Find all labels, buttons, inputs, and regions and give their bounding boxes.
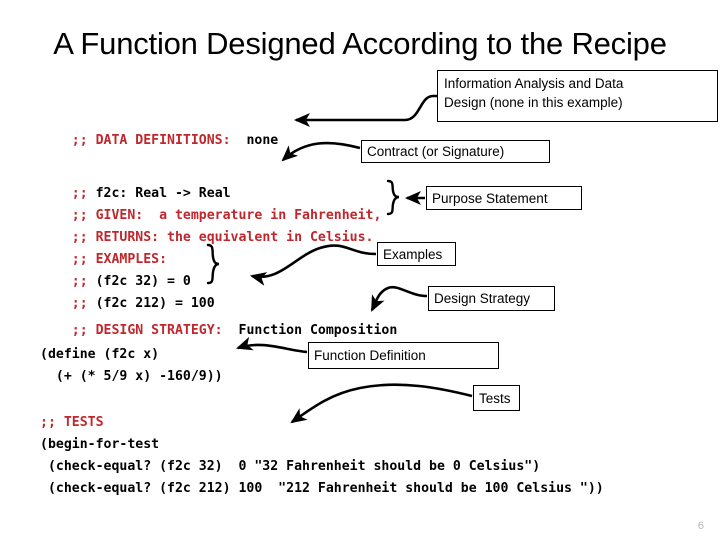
callout-purpose-statement: Purpose Statement (426, 186, 582, 210)
callout-tests: Tests (473, 385, 520, 411)
callout-function-definition: Function Definition (308, 342, 499, 369)
callout-examples: Examples (377, 242, 456, 266)
callout-information-analysis: Information Analysis and Data Design (no… (437, 70, 718, 122)
arrow-contract (281, 141, 361, 162)
arrow-information-analysis (293, 94, 437, 128)
code-body-data-definitions: none (230, 133, 279, 149)
code-body-design-strategy: Function Composition (222, 323, 398, 339)
code-comment-design-strategy: ;; DESIGN STRATEGY: (71, 323, 223, 339)
brace-purpose-statement (386, 179, 400, 216)
code-tests-line-1: (begin-for-test (40, 437, 160, 452)
code-definition-line-1: (define (f2c x) (40, 347, 160, 362)
arrow-tests (290, 383, 473, 424)
callout-design-strategy: Design Strategy (428, 286, 555, 311)
code-tests-line-2: (check-equal? (f2c 32) 0 "32 Fahrenheit … (40, 459, 541, 474)
code-comment-data-definitions: ;; DATA DEFINITIONS: (71, 133, 231, 149)
callout-information-analysis-line1: Information Analysis and Data (444, 76, 624, 91)
slide-canvas: A Function Designed According to the Rec… (0, 0, 720, 540)
callout-information-analysis-line2: Design (none in this example) (444, 95, 623, 110)
code-tests-line-3: (check-equal? (f2c 212) 100 "212 Fahrenh… (40, 481, 604, 496)
page-title: A Function Designed According to the Rec… (53, 26, 667, 61)
code-tests-comment: ;; TESTS (40, 415, 104, 430)
page-number: 6 (697, 520, 704, 532)
callout-contract: Contract (or Signature) (361, 140, 550, 163)
code-definition-line-2: (+ (* 5/9 x) -160/9)) (40, 369, 223, 384)
